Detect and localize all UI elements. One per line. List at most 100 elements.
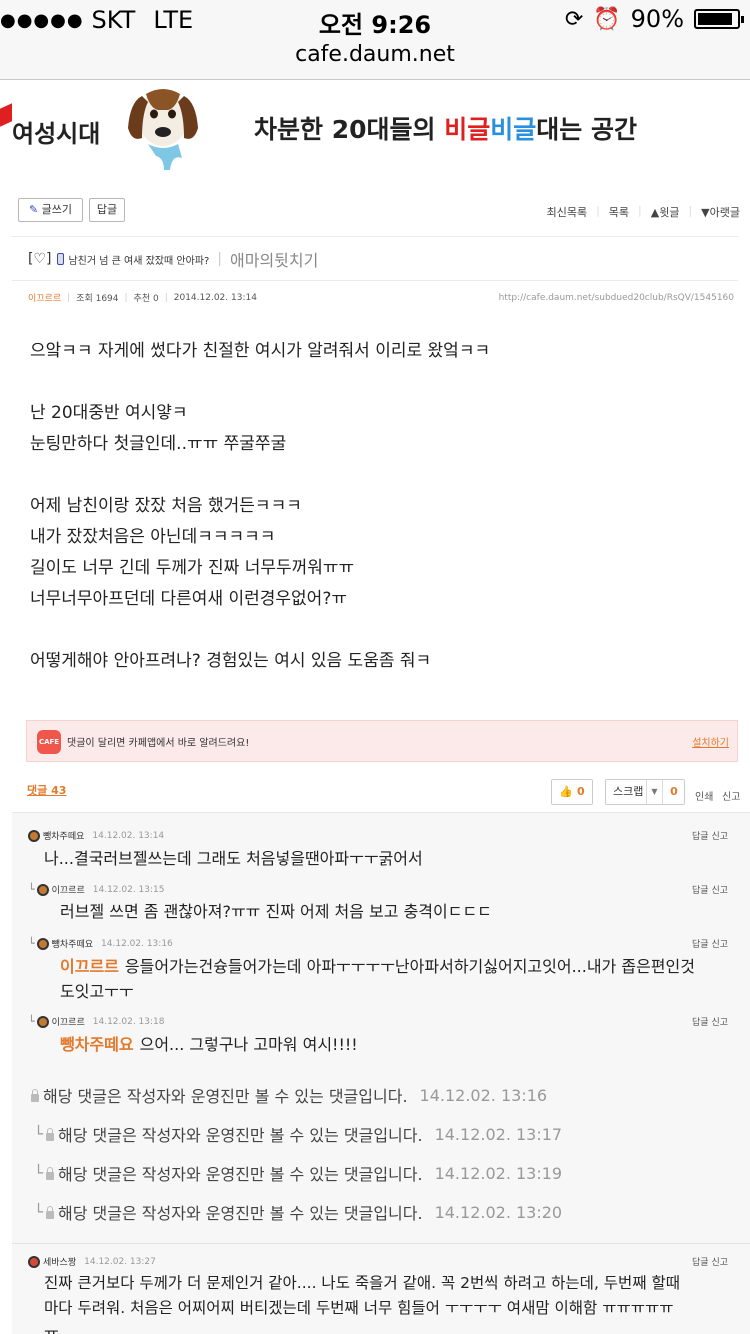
comment-author[interactable]: 뺑차주떼요 [52, 937, 93, 950]
post-title-row: [♡] 남친거 넘 큰 여새 잤잤때 안아파? | 애마의뒷치기 [28, 247, 318, 271]
comment-time: 14.12.02. 13:15 [92, 884, 165, 895]
comment-mention[interactable]: 이끄르르 [60, 957, 119, 976]
body-line: 으앜ㅋㅋ 자게에 썼다가 친절한 여시가 알려줘서 이리로 왔엌ㅋㅋ [30, 341, 491, 361]
separator: | [124, 292, 128, 303]
comment-report-link[interactable]: 신고 [711, 1018, 728, 1028]
comment-mention[interactable]: 뺑차주떼요 [60, 1035, 134, 1054]
next-post-link[interactable]: ▼아랫글 [701, 204, 740, 220]
comment-time: 14.12.02. 13:16 [101, 938, 173, 949]
network-type: LTE [153, 6, 194, 34]
body-line: 어제 남친이랑 잤잤 처음 했거든ㅋㅋㅋ [30, 496, 302, 516]
post-date: 2014.12.02. 13:14 [173, 292, 257, 303]
comment-header: 뺑차주떼요 14.12.02. 13:14 [28, 829, 164, 842]
separator: | [217, 251, 223, 267]
comment-report-link[interactable]: 신고 [711, 1258, 728, 1268]
lock-icon [46, 1167, 55, 1180]
body-line: 난 20대중반 여시얗ㅋ [30, 403, 188, 423]
battery-percent: 90% [630, 5, 684, 33]
chevron-down-icon[interactable]: ▼ [646, 780, 662, 804]
post-url[interactable]: http://cafe.daum.net/subdued20club/RsQV/… [499, 293, 734, 303]
divider [12, 1243, 750, 1244]
post-prefix: [♡] [28, 251, 52, 267]
comment-report-link[interactable]: 신고 [711, 940, 728, 950]
alarm-clock-icon: ⏰ [593, 6, 621, 32]
comment-report-link[interactable]: 신고 [711, 832, 728, 842]
post-likes: 추천 0 [133, 294, 159, 304]
slogan-part-4: 대는 공간 [536, 115, 637, 144]
avatar [36, 883, 49, 896]
separator: | [67, 292, 71, 303]
slogan-beagle-red: 비글 [444, 115, 491, 144]
body-line: 어떻게해야 안아프려나? 경험있는 여시 있음 도움좀 줘ㅋ [30, 651, 432, 671]
write-button-label: 글쓰기 [41, 203, 73, 216]
comment-text: 이끄르르 응들어가는건슝들어가는데 아파ㅜㅜㅜㅜ난아파서하기싫어지고잇어...내가… [60, 954, 740, 1004]
hidden-comment: └ 해당 댓글은 작성자와 운영진만 볼 수 있는 댓글입니다. 14.12.0… [34, 1122, 562, 1146]
comment-author[interactable]: 이끄르르 [52, 883, 85, 896]
comment-actions: 답글 신고 [692, 1015, 728, 1028]
comment-time: 14.12.02. 13:14 [92, 830, 165, 841]
thumbs-up-icon: 👍 [559, 785, 574, 798]
comment-text-line: 응들어가는건슝들어가는데 아파ㅜㅜㅜㅜ난아파서하기싫어지고잇어...내가 좁은편… [124, 957, 695, 976]
comment-header: └ 뺑차주떼요 14.12.02. 13:16 [28, 937, 173, 950]
comment-author[interactable]: 세바스짱 [43, 1255, 76, 1268]
comment-actions: 답글 신고 [692, 937, 728, 950]
hidden-comment: └ 해당 댓글은 작성자와 운영진만 볼 수 있는 댓글입니다. 14.12.0… [34, 1161, 562, 1185]
list-link[interactable]: 목록 [609, 204, 629, 220]
separator: | [688, 204, 693, 217]
app-banner-message: 댓글이 달리면 카페앱에서 바로 알려드려요! [67, 738, 250, 749]
hidden-comment: └ 해당 댓글은 작성자와 운영진만 볼 수 있는 댓글입니다. 14.12.0… [34, 1200, 562, 1224]
hidden-comment-time: 14.12.02. 13:16 [419, 1085, 548, 1105]
hidden-comment-text: 해당 댓글은 작성자와 운영진만 볼 수 있는 댓글입니다. [58, 1126, 423, 1145]
comment-text-line: 도잇고ㅜㅜ [60, 982, 134, 1001]
comment-author[interactable]: 이끄르르 [52, 1015, 85, 1028]
scrap-count: 0 [662, 780, 685, 804]
comment-reply-link[interactable]: 답글 [692, 1018, 709, 1028]
comment-text-line: ㅠ [44, 1324, 59, 1334]
comments-section: 뺑차주떼요 14.12.02. 13:14 답글 신고 나...결국러브젤쓰는데… [12, 812, 750, 1334]
status-bar: ●●●●● SKT LTE 오전 9:26 ⟳ ⏰ 90% [0, 0, 750, 40]
comment-author[interactable]: 뺑차주떼요 [43, 829, 84, 842]
comment-count-link[interactable]: 댓글 43 [27, 782, 66, 798]
reply-arrow-icon: └ [34, 1125, 44, 1143]
report-link[interactable]: 신고 [722, 788, 740, 803]
lock-icon [31, 1089, 39, 1102]
comment-actions: 답글 신고 [692, 883, 728, 896]
comment-report-link[interactable]: 신고 [711, 886, 728, 896]
cafe-header[interactable]: 여성시대 차분한 20대들의 비글비글대는 공간 [0, 80, 750, 180]
body-line [30, 615, 490, 646]
scrap-label: 스크랩 [613, 785, 644, 798]
recent-list-link[interactable]: 최신목록 [547, 204, 587, 220]
comment-reply-link[interactable]: 답글 [692, 832, 709, 842]
comment-reply-link[interactable]: 답글 [692, 886, 709, 896]
comment-text-line: 진짜 큰거보다 두께가 더 문제인거 같아.... 나도 죽을거 같애. 꼭 2… [44, 1274, 681, 1292]
reply-arrow-icon: └ [34, 1164, 44, 1182]
scrap-button[interactable]: 스크랩 ▼ 0 [605, 779, 685, 805]
body-line [30, 367, 490, 398]
divider [12, 236, 738, 237]
comment-reply-link[interactable]: 답글 [692, 1258, 709, 1268]
prev-post-link[interactable]: ▲윗글 [651, 204, 680, 220]
hidden-comment-time: 14.12.02. 13:19 [434, 1163, 563, 1183]
install-app-link[interactable]: 설치하기 [692, 734, 729, 749]
comment-actions: 답글 신고 [692, 829, 728, 842]
comment-reply-link[interactable]: 답글 [692, 940, 709, 950]
app-notice-banner: CAFE 댓글이 달리면 카페앱에서 바로 알려드려요! 설치하기 [26, 720, 738, 762]
print-link[interactable]: 인쇄 [695, 788, 713, 803]
comment-text-line: 마다 두려워. 처음은 어찌어찌 버티겠는데 두번째 너무 힘들어 ㅜㅜㅜㅜ 여… [44, 1299, 674, 1317]
post-author[interactable]: 이끄르르 [28, 291, 61, 304]
address-bar[interactable]: cafe.daum.net [0, 40, 750, 80]
post-category[interactable]: 애마의뒷치기 [230, 247, 318, 271]
hidden-comment-time: 14.12.02. 13:20 [434, 1202, 563, 1222]
comment-header: └ 이끄르르 14.12.02. 13:15 [28, 883, 165, 896]
avatar [28, 829, 40, 842]
beagle-mascot-icon [128, 89, 198, 170]
reply-arrow-icon: └ [28, 937, 35, 950]
like-count: 0 [576, 785, 585, 798]
like-button[interactable]: 👍 0 [551, 779, 593, 805]
reply-button[interactable]: 답글 [89, 198, 125, 222]
comment-header: 세바스짱 14.12.02. 13:27 [28, 1255, 156, 1268]
divider [12, 280, 738, 281]
hidden-comment-text: 해당 댓글은 작성자와 운영진만 볼 수 있는 댓글입니다. [43, 1087, 408, 1106]
body-line: 눈팅만하다 첫글인데..ㅠㅠ 쭈굴쭈굴 [30, 434, 287, 454]
write-button[interactable]: ✎ 글쓰기 [18, 198, 83, 222]
